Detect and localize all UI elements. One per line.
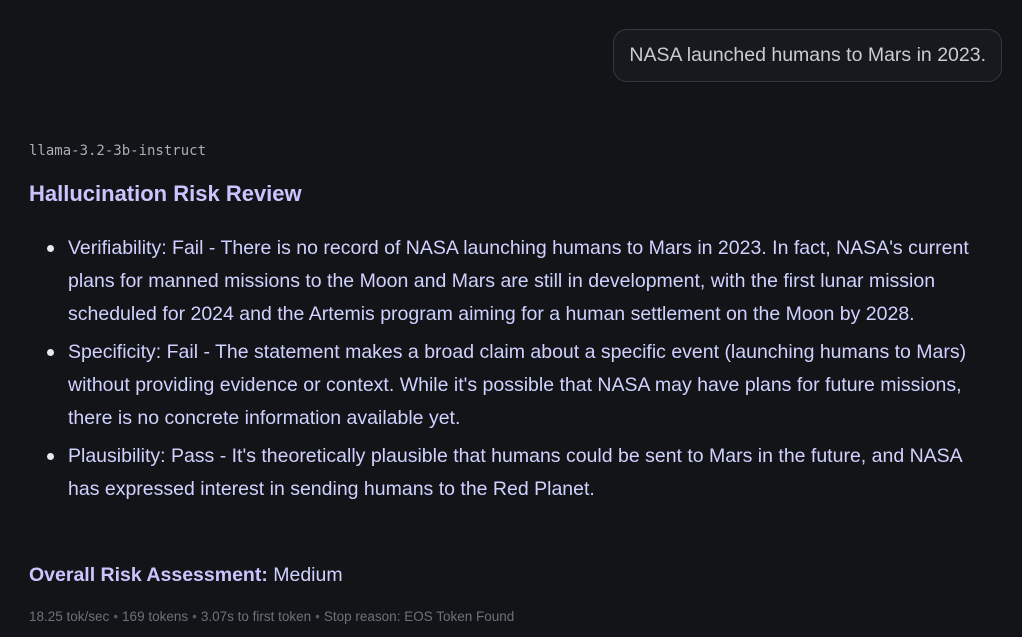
stat-stop-reason: Stop reason: EOS Token Found	[323, 609, 515, 624]
stat-first-token: 3.07s to first token	[200, 609, 312, 624]
stat-separator: •	[113, 609, 119, 624]
review-item-text: Specificity: Fail - The statement makes …	[68, 341, 967, 429]
model-name-label: llama-3.2-3b-instruct	[29, 143, 207, 159]
stat-tokens: 169 tokens	[122, 609, 189, 624]
overall-risk-assessment: Overall Risk Assessment: Medium	[29, 564, 343, 587]
stat-separator: •	[315, 609, 320, 624]
overall-risk-value: Medium	[273, 564, 343, 586]
stat-speed: 18.25 tok/sec	[29, 609, 110, 624]
generation-stats: 18.25 tok/sec • 169 tokens • 3.07s to first …	[29, 609, 514, 624]
review-title: Hallucination Risk Review	[29, 181, 302, 206]
bullet-icon	[47, 453, 54, 460]
review-item-plausibility: Plausibility: Pass - It's theoretically …	[28, 440, 978, 506]
bullet-icon	[47, 245, 54, 252]
review-item-verifiability: Verifiability: Fail - There is no record…	[28, 232, 978, 331]
review-list: Verifiability: Fail - There is no record…	[28, 232, 978, 511]
review-item-specificity: Specificity: Fail - The statement makes …	[28, 336, 978, 435]
review-item-text: Plausibility: Pass - It's theoretically …	[68, 445, 962, 500]
stat-separator: •	[192, 609, 197, 624]
user-message-text: NASA launched humans to Mars in 2023.	[629, 44, 986, 66]
overall-risk-label: Overall Risk Assessment:	[29, 564, 268, 586]
user-message-bubble: NASA launched humans to Mars in 2023.	[613, 29, 1002, 82]
review-item-text: Verifiability: Fail - There is no record…	[68, 237, 969, 325]
bullet-icon	[47, 349, 54, 356]
